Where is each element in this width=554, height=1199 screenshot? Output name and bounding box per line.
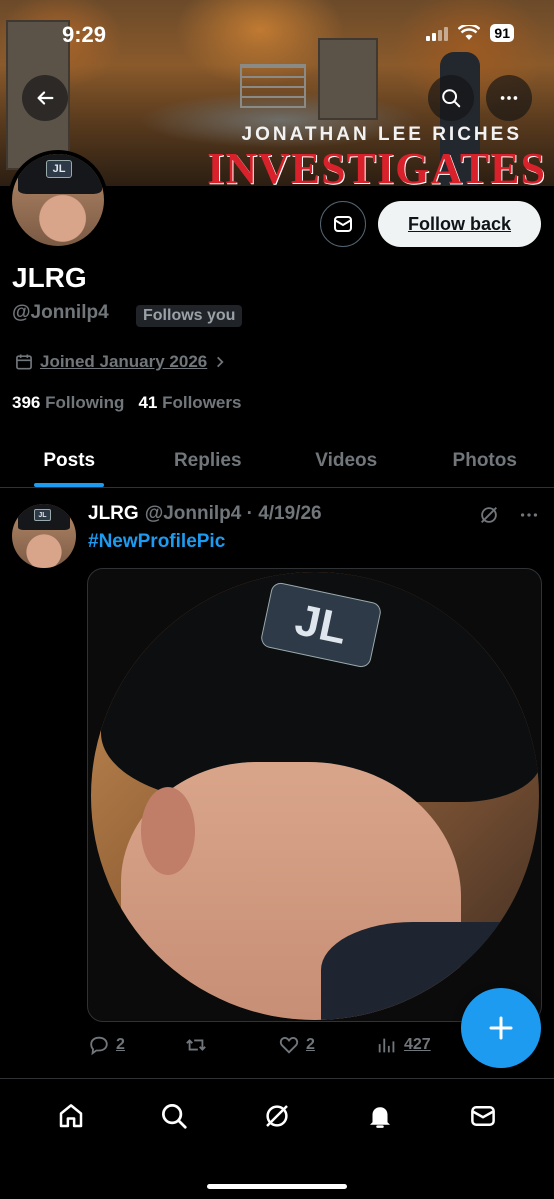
more-button[interactable] bbox=[486, 75, 532, 121]
search-button[interactable] bbox=[428, 75, 474, 121]
reply-action[interactable]: 2 bbox=[88, 1034, 125, 1056]
followers-label: Followers bbox=[162, 393, 242, 412]
notifications-icon bbox=[369, 1107, 390, 1128]
wifi-icon bbox=[458, 25, 481, 40]
banner-title: INVESTIGATES bbox=[207, 144, 546, 187]
profile-pic-image: JL bbox=[91, 572, 539, 1020]
views-action[interactable]: 427 bbox=[376, 1034, 431, 1056]
follow-back-button[interactable]: Follow back bbox=[378, 201, 541, 247]
nav-search[interactable] bbox=[146, 1088, 202, 1144]
mail-icon bbox=[470, 1106, 495, 1126]
post-image[interactable]: JL bbox=[87, 568, 542, 1022]
following-label: Following bbox=[45, 393, 125, 412]
tab-posts[interactable]: Posts bbox=[0, 434, 139, 487]
following-count: 396 bbox=[12, 393, 41, 412]
nav-divider bbox=[0, 1078, 554, 1079]
nav-messages[interactable] bbox=[455, 1088, 511, 1144]
post-header: JLRG @Jonnilp4 · 4/19/26 bbox=[88, 503, 322, 525]
tab-videos[interactable]: Videos bbox=[277, 434, 416, 487]
post-author[interactable]: JLRG bbox=[88, 503, 139, 525]
banner-gate bbox=[240, 64, 306, 108]
plus-icon bbox=[489, 1016, 513, 1040]
more-icon bbox=[500, 96, 518, 100]
compose-button[interactable] bbox=[461, 988, 541, 1068]
following-link[interactable]: 396 Following bbox=[12, 393, 124, 413]
views-icon bbox=[378, 1038, 395, 1053]
tab-replies[interactable]: Replies bbox=[139, 434, 278, 487]
message-button[interactable] bbox=[320, 201, 366, 247]
followers-count: 41 bbox=[138, 393, 158, 412]
home-icon bbox=[60, 1104, 83, 1128]
post-more-icon[interactable] bbox=[518, 504, 540, 526]
reply-icon bbox=[90, 1036, 108, 1056]
home-indicator bbox=[207, 1184, 347, 1189]
nav-notifications[interactable] bbox=[352, 1088, 408, 1144]
post-header-icons bbox=[478, 504, 540, 526]
post-avatar-cap-logo: JL bbox=[34, 509, 51, 521]
status-time: 9:29 bbox=[62, 22, 107, 47]
display-name: JLRG bbox=[12, 262, 87, 293]
image-ear bbox=[141, 787, 195, 875]
calendar-icon bbox=[16, 354, 32, 370]
reply-count: 2 bbox=[116, 1036, 125, 1053]
status-icons: 91 bbox=[426, 24, 514, 42]
like-icon bbox=[279, 1037, 299, 1054]
like-action[interactable]: 2 bbox=[278, 1034, 315, 1056]
joined-label: Joined January 2026 bbox=[40, 352, 208, 371]
views-count: 427 bbox=[404, 1036, 431, 1053]
search-icon bbox=[162, 1104, 187, 1129]
joined-date[interactable]: Joined January 2026 bbox=[14, 352, 227, 372]
chevron-right-icon bbox=[217, 356, 224, 368]
grok-icon[interactable] bbox=[478, 504, 500, 526]
bottom-navigation bbox=[0, 1080, 554, 1152]
banner-subtitle: JONATHAN LEE RICHES bbox=[241, 124, 522, 145]
profile-handle: @Jonnilp4 bbox=[12, 302, 109, 323]
nav-grok[interactable] bbox=[249, 1088, 305, 1144]
like-count: 2 bbox=[306, 1036, 315, 1053]
battery-indicator: 91 bbox=[490, 24, 514, 42]
follow-stats: 396 Following 41 Followers bbox=[12, 393, 241, 413]
cellular-signal-icon bbox=[426, 25, 449, 41]
search-icon bbox=[442, 89, 461, 108]
follows-you-badge: Follows you bbox=[136, 305, 243, 327]
nav-home[interactable] bbox=[43, 1088, 99, 1144]
retweet-action[interactable] bbox=[184, 1034, 208, 1056]
stone-pillar-middle bbox=[318, 38, 378, 120]
retweet-icon bbox=[186, 1039, 206, 1051]
followers-link[interactable]: 41 Followers bbox=[138, 393, 241, 413]
back-arrow-icon bbox=[37, 91, 54, 105]
avatar-cap-logo: JL bbox=[46, 160, 72, 178]
back-button[interactable] bbox=[22, 75, 68, 121]
profile-tabs: Posts Replies Videos Photos bbox=[0, 434, 554, 488]
post-hashtag[interactable]: #NewProfilePic bbox=[88, 531, 225, 553]
tab-photos[interactable]: Photos bbox=[416, 434, 554, 487]
profile-avatar[interactable]: JL bbox=[8, 150, 108, 250]
post-meta: @Jonnilp4 · 4/19/26 bbox=[144, 503, 322, 524]
post-avatar[interactable]: JL bbox=[12, 504, 76, 568]
mail-icon bbox=[334, 216, 352, 232]
grok-icon bbox=[266, 1105, 288, 1127]
